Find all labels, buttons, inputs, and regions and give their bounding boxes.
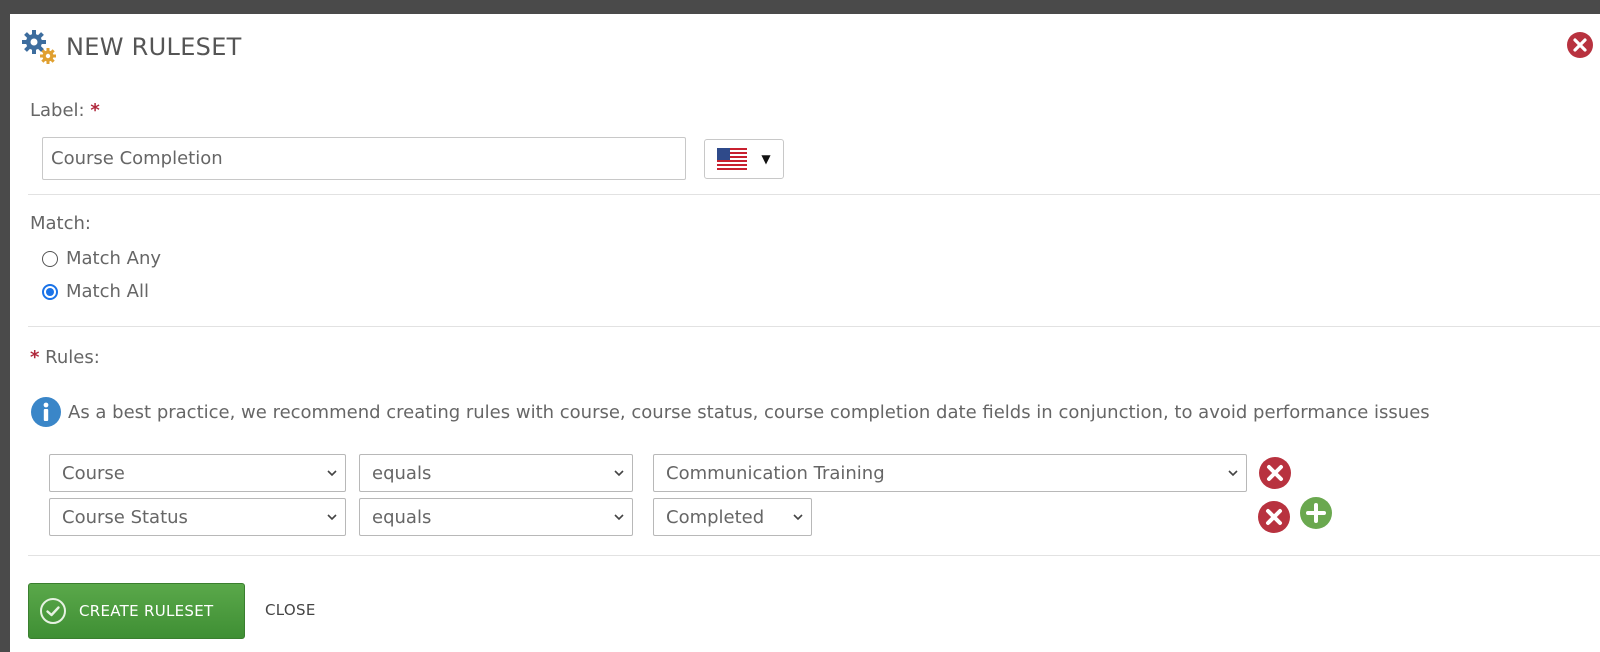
info-note: As a best practice, we recommend creatin… bbox=[30, 396, 1570, 428]
match-any-label: Match Any bbox=[66, 248, 162, 269]
label-text: Label: bbox=[30, 100, 85, 121]
rule-2-operator-value: equals bbox=[372, 506, 432, 528]
match-all-radio[interactable] bbox=[42, 283, 58, 300]
add-rule-icon[interactable] bbox=[1299, 496, 1333, 530]
match-all-label: Match All bbox=[66, 281, 149, 302]
create-ruleset-label: CREATE RULESET bbox=[79, 602, 214, 620]
rule-2-value: Completed bbox=[666, 506, 765, 528]
rule-2-value-select[interactable]: Completed bbox=[653, 498, 812, 536]
chevron-down-icon bbox=[614, 470, 624, 477]
chevron-down-icon bbox=[614, 514, 624, 521]
create-ruleset-button[interactable]: CREATE RULESET bbox=[28, 583, 245, 639]
chevron-down-icon bbox=[327, 470, 337, 477]
close-button[interactable]: CLOSE bbox=[265, 601, 316, 619]
rule-1-value-select[interactable]: Communication Training bbox=[653, 454, 1247, 492]
close-icon[interactable] bbox=[1566, 31, 1594, 59]
label-input[interactable] bbox=[42, 137, 686, 180]
remove-rule-1-icon[interactable] bbox=[1258, 456, 1292, 490]
rules-label: * Rules: bbox=[30, 347, 100, 368]
required-mark: * bbox=[30, 347, 40, 368]
us-flag-icon bbox=[717, 148, 748, 170]
rule-1-operator-value: equals bbox=[372, 462, 432, 484]
remove-rule-2-icon[interactable] bbox=[1257, 500, 1291, 534]
chevron-down-icon bbox=[1228, 470, 1238, 477]
rule-2-field-select[interactable]: Course Status bbox=[49, 498, 346, 536]
chevron-down-icon: ▼ bbox=[761, 152, 771, 166]
match-all-option[interactable]: Match All bbox=[42, 281, 149, 302]
rule-1-operator-select[interactable]: equals bbox=[359, 454, 633, 492]
chevron-down-icon bbox=[793, 514, 803, 521]
required-mark: * bbox=[90, 100, 100, 121]
chevron-down-icon bbox=[327, 514, 337, 521]
info-icon bbox=[31, 397, 61, 427]
rule-1-field-value: Course bbox=[62, 462, 125, 484]
new-ruleset-dialog: NEW RULESET Label: * ▼ Match: Match bbox=[10, 14, 1600, 652]
dialog-header: NEW RULESET bbox=[20, 30, 242, 64]
gears-icon bbox=[22, 30, 56, 64]
divider bbox=[28, 326, 1600, 327]
info-text: As a best practice, we recommend creatin… bbox=[68, 402, 1430, 423]
rules-label-text: Rules: bbox=[45, 347, 100, 368]
divider bbox=[28, 555, 1600, 556]
match-any-radio[interactable] bbox=[42, 250, 58, 267]
divider bbox=[28, 194, 1600, 195]
check-circle-icon bbox=[40, 598, 66, 624]
match-label: Match: bbox=[30, 213, 91, 234]
rule-1-value: Communication Training bbox=[666, 462, 885, 484]
match-any-option[interactable]: Match Any bbox=[42, 248, 161, 269]
label-field-label: Label: * bbox=[30, 100, 100, 121]
dialog-title: NEW RULESET bbox=[66, 33, 242, 61]
rule-1-field-select[interactable]: Course bbox=[49, 454, 346, 492]
rule-2-operator-select[interactable]: equals bbox=[359, 498, 633, 536]
rule-2-field-value: Course Status bbox=[62, 506, 188, 528]
language-dropdown[interactable]: ▼ bbox=[704, 139, 784, 179]
